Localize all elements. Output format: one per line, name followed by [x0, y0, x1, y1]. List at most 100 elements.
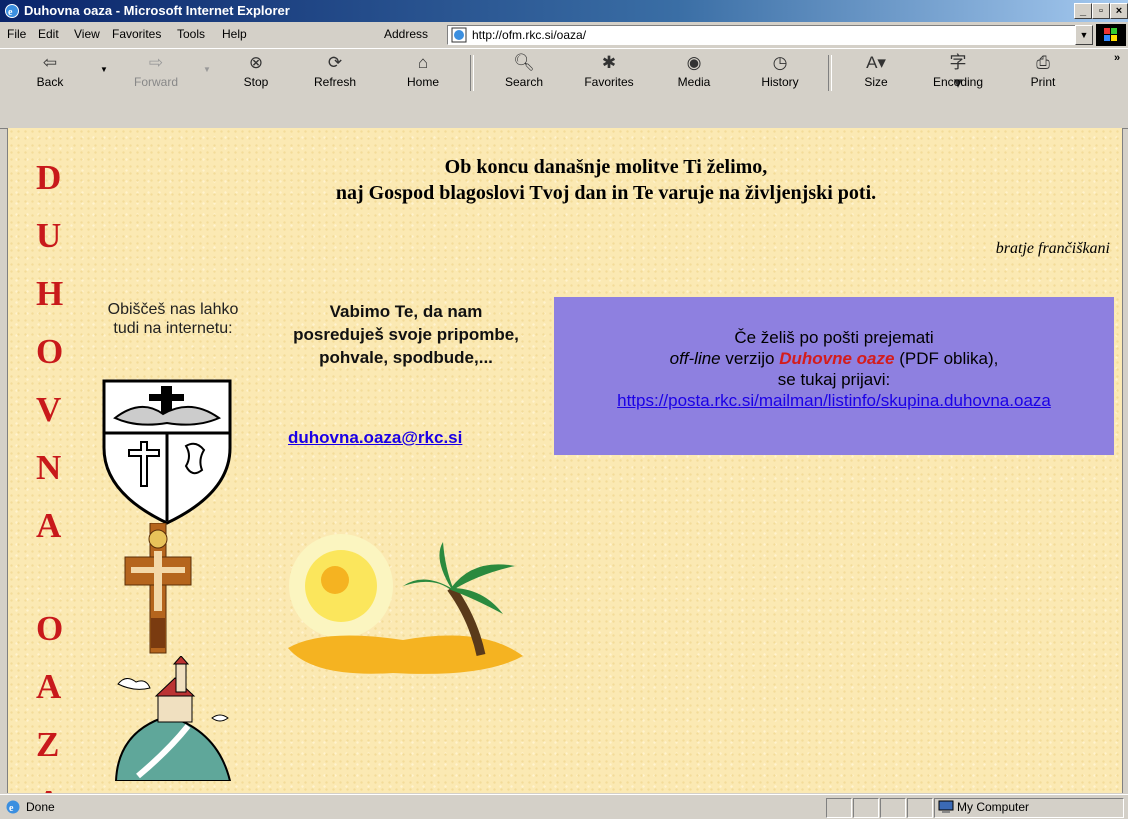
media-button[interactable]: ◉ Media — [668, 53, 720, 89]
encoding-icon: 字▾ — [949, 53, 967, 92]
encoding-button[interactable]: 字▾ Encoding — [922, 53, 994, 92]
status-bar: e Done My Computer — [0, 794, 1128, 819]
subscription-box: Če želiš po pošti prejemati off-line ver… — [554, 297, 1114, 455]
vertical-letter: H — [36, 274, 64, 313]
media-icon: ◉ — [686, 53, 702, 72]
email-link[interactable]: duhovna.oaza@rkc.si — [288, 428, 462, 448]
status-panel — [907, 798, 933, 818]
vertical-letter: U — [36, 216, 62, 255]
subscription-line-3: se tukaj prijavi: — [777, 370, 891, 389]
history-label: History — [761, 75, 799, 89]
stop-icon: ⊗ — [248, 53, 264, 72]
minimize-button[interactable]: _ — [1074, 3, 1092, 19]
vertical-letter: A — [36, 667, 62, 706]
forward-button[interactable]: ⇨ Forward — [127, 53, 185, 89]
menu-edit[interactable]: Edit — [38, 27, 59, 41]
visit-text: Obiščeš nas lahko tudi na internetu: — [107, 301, 239, 337]
refresh-icon: ⟳ — [327, 53, 343, 72]
refresh-button[interactable]: ⟳ Refresh — [300, 53, 370, 89]
vertical-letter: D — [36, 158, 62, 197]
ie-icon: e — [5, 4, 19, 18]
window-title: Duhovna oaza - Microsoft Internet Explor… — [24, 3, 290, 18]
toolbar-separator — [470, 55, 474, 91]
subscription-line-1: Če želiš po pošti prejemati — [734, 328, 934, 347]
forward-arrow-icon: ⇨ — [148, 53, 164, 72]
heading-line-2: naj Gospod blagoslovi Tvoj dan in Te var… — [335, 182, 877, 204]
address-label: Address — [384, 27, 429, 41]
back-label: Back — [36, 75, 64, 89]
toolbar-separator — [828, 55, 832, 91]
invite-text: Vabimo Te, da nam posreduješ svoje pripo… — [293, 302, 519, 367]
toolbar-overflow-icon[interactable]: » — [1114, 52, 1120, 64]
close-button[interactable]: × — [1110, 3, 1128, 19]
vertical-letter: A — [36, 506, 62, 545]
mailing-list-link[interactable]: https://posta.rkc.si/mailman/listinfo/sk… — [617, 391, 1051, 410]
history-icon: ◷ — [772, 53, 788, 72]
page-icon — [451, 27, 467, 43]
print-icon: ⎙ — [1036, 53, 1050, 72]
home-label: Home — [406, 75, 439, 89]
status-panel — [880, 798, 906, 818]
pdf-text: (PDF oblika), — [894, 349, 999, 368]
menu-file[interactable]: File — [7, 27, 26, 41]
print-button[interactable]: ⎙ Print — [1020, 53, 1066, 89]
sun-and-palm-icon — [288, 534, 523, 674]
vertical-title: D U H O V N A O A Z A — [36, 160, 76, 793]
status-panel-main — [3, 798, 823, 818]
vertical-letter: N — [36, 448, 62, 487]
verzijo-text: verzijo — [720, 349, 780, 368]
church-on-hill-icon — [114, 656, 232, 781]
menu-tools[interactable]: Tools — [177, 27, 205, 41]
windows-logo-icon — [1096, 24, 1126, 46]
title-bar: e Duhovna oaza - Microsoft Internet Expl… — [0, 0, 1128, 22]
offline-text: off-line — [669, 349, 721, 368]
back-arrow-icon: ⇦ — [42, 53, 58, 72]
signoff: bratje frančiškani — [995, 240, 1110, 257]
vertical-letter: O — [36, 609, 64, 648]
search-label: Search — [504, 75, 544, 89]
vertical-letter: O — [36, 332, 64, 371]
status-panel — [853, 798, 879, 818]
vertical-letter: A — [36, 785, 76, 793]
my-computer-icon — [938, 800, 954, 813]
home-icon: ⌂ — [417, 53, 429, 72]
back-button[interactable]: ⇦ Back — [25, 53, 75, 89]
stop-label: Stop — [243, 75, 269, 89]
encoding-label: Encoding — [932, 75, 984, 89]
search-button[interactable]: 🔍︎ Search — [496, 53, 552, 89]
menu-favorites[interactable]: Favorites — [112, 27, 161, 41]
stop-button[interactable]: ⊗ Stop — [232, 53, 280, 89]
history-button[interactable]: ◷ History — [750, 53, 810, 89]
svg-text:e: e — [8, 7, 13, 18]
address-field[interactable]: http://ofm.rkc.si/oaza/ — [447, 25, 1077, 45]
text-size-icon: A▾ — [866, 53, 886, 72]
brand-text: Duhovne oaze — [779, 349, 895, 368]
address-url: http://ofm.rkc.si/oaza/ — [472, 28, 587, 42]
favorites-button[interactable]: ✱ Favorites — [572, 53, 646, 89]
franciscan-coat-of-arms-icon — [102, 379, 232, 525]
favorites-label: Favorites — [584, 75, 634, 89]
refresh-label: Refresh — [313, 75, 357, 89]
menu-bar: File Edit View Favorites Tools Help Addr… — [0, 22, 1128, 49]
heading-line-1: Ob koncu današnje molitve Ti želimo, — [444, 156, 768, 178]
favorites-icon: ✱ — [601, 53, 617, 72]
subscription-line-2: off-line verzijo Duhovne oaze (PDF oblik… — [554, 348, 1114, 369]
crucifix-icon — [124, 523, 192, 654]
page-heading: Ob koncu današnje molitve Ti želimo, naj… — [276, 154, 936, 206]
vertical-letter: Z — [36, 725, 60, 764]
menu-view[interactable]: View — [74, 27, 100, 41]
size-label: Size — [864, 75, 888, 89]
home-button[interactable]: ⌂ Home — [398, 53, 448, 89]
size-button[interactable]: A▾ Size — [850, 53, 902, 89]
vertical-letter: V — [36, 390, 62, 429]
maximize-button[interactable]: ▫ — [1092, 3, 1110, 19]
address-dropdown-button[interactable]: ▼ — [1075, 25, 1093, 45]
status-panel — [826, 798, 852, 818]
zone-text: My Computer — [957, 800, 1030, 814]
print-label: Print — [1030, 75, 1056, 89]
search-icon: 🔍︎ — [513, 53, 535, 72]
menu-help[interactable]: Help — [222, 27, 247, 41]
vertical-letter — [36, 566, 76, 611]
forward-label: Forward — [133, 75, 178, 89]
media-label: Media — [677, 75, 711, 89]
